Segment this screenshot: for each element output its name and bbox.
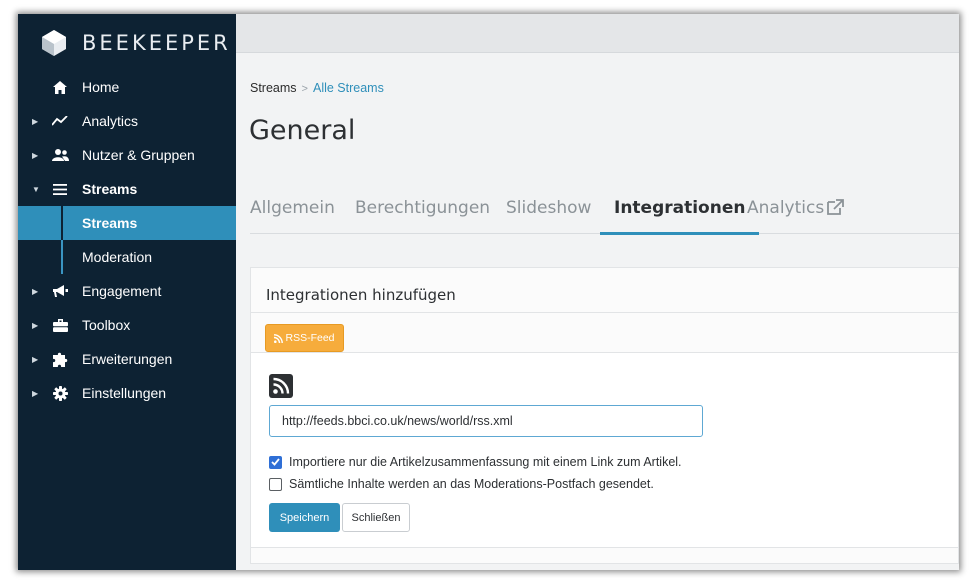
active-tab-indicator <box>600 232 760 235</box>
caret-right-icon: ▶ <box>32 320 39 330</box>
users-icon <box>51 146 69 164</box>
tab-analytics[interactable]: Analytics <box>747 198 845 234</box>
sidebar-item-label: Toolbox <box>82 317 131 333</box>
sidebar-item-toolbox[interactable]: ▶ Toolbox <box>18 308 236 342</box>
sidebar-subitem-label: Moderation <box>82 249 153 265</box>
rss-icon <box>274 333 284 343</box>
tab-label: Slideshow <box>506 198 592 218</box>
sidebar-subitem-moderation[interactable]: Moderation <box>18 240 236 274</box>
moderation-option[interactable]: Sämtliche Inhalte werden an das Moderati… <box>269 477 654 491</box>
brand-name: BEEKEEPER <box>82 31 231 55</box>
tree-line <box>61 206 63 240</box>
sidebar-item-label: Streams <box>82 181 138 197</box>
home-icon <box>51 78 69 96</box>
moderation-option-label: Sämtliche Inhalte werden an das Moderati… <box>289 477 654 491</box>
sidebar-item-users[interactable]: ▶ Nutzer & Gruppen <box>18 138 236 172</box>
caret-right-icon: ▶ <box>32 116 39 126</box>
gear-icon <box>51 384 69 402</box>
sidebar-subitem-streams[interactable]: Streams <box>18 206 236 240</box>
caret-down-icon: ▼ <box>32 184 40 194</box>
tab-label: Analytics <box>747 198 825 218</box>
external-link-icon <box>827 199 845 215</box>
sidebar-item-label: Erweiterungen <box>82 351 173 367</box>
breadcrumb: Streams > Alle Streams <box>250 81 384 95</box>
sidebar: BEEKEEPER Home ▶ Analytics ▶ Nutzer & Gr… <box>18 14 236 570</box>
caret-right-icon: ▶ <box>32 354 39 364</box>
app-window: BEEKEEPER Home ▶ Analytics ▶ Nutzer & Gr… <box>18 14 959 570</box>
analytics-icon <box>51 112 69 130</box>
tab-label: Berechtigungen <box>355 198 491 218</box>
sidebar-item-label: Home <box>82 79 120 95</box>
divider <box>251 312 958 313</box>
sidebar-item-label: Nutzer & Gruppen <box>82 147 195 163</box>
sidebar-item-label: Engagement <box>82 283 162 299</box>
tab-berechtigungen[interactable]: Berechtigungen <box>355 198 490 234</box>
breadcrumb-separator: > <box>301 83 308 95</box>
beekeeper-logo-icon <box>42 30 66 56</box>
close-button[interactable]: Schließen <box>342 503 410 532</box>
sidebar-item-label: Analytics <box>82 113 139 129</box>
rss-feed-button-label: RSS-Feed <box>285 332 335 344</box>
breadcrumb-current[interactable]: Alle Streams <box>313 81 384 95</box>
toolbox-icon <box>51 316 69 334</box>
tab-integrationen[interactable]: Integrationen <box>600 198 760 235</box>
sidebar-item-analytics[interactable]: ▶ Analytics <box>18 104 236 138</box>
summary-option-label: Importiere nur die Artikelzusammenfassun… <box>289 455 682 469</box>
main-content: Streams > Alle Streams General Allgemein B… <box>236 53 959 570</box>
tab-slideshow[interactable]: Slideshow <box>506 198 591 234</box>
tab-label: Allgemein <box>250 198 335 218</box>
sidebar-nav: Home ▶ Analytics ▶ Nutzer & Gruppen ▼ St… <box>18 70 236 410</box>
feed-url-input[interactable] <box>269 405 703 437</box>
sidebar-subitem-label: Streams <box>82 215 138 231</box>
top-bar <box>236 14 959 53</box>
rss-feed-button[interactable]: RSS-Feed <box>265 324 344 352</box>
rss-feed-form: Importiere nur die Artikelzusammenfassun… <box>251 352 958 548</box>
breadcrumb-root[interactable]: Streams <box>250 81 297 95</box>
panel-title: Integrationen hinzufügen <box>266 286 456 304</box>
caret-right-icon: ▶ <box>32 150 39 160</box>
sidebar-item-engagement[interactable]: ▶ Engagement <box>18 274 236 308</box>
summary-checkbox[interactable] <box>269 455 282 469</box>
sidebar-item-home[interactable]: Home <box>18 70 236 104</box>
caret-right-icon: ▶ <box>32 388 39 398</box>
caret-right-icon: ▶ <box>32 286 39 296</box>
brand[interactable]: BEEKEEPER <box>40 22 231 64</box>
tree-line <box>61 240 63 274</box>
sidebar-item-streams[interactable]: ▼ Streams <box>18 172 236 206</box>
menu-icon <box>51 180 69 198</box>
tab-allgemein[interactable]: Allgemein <box>250 198 335 234</box>
tab-label: Integrationen <box>614 198 746 218</box>
puzzle-icon <box>51 350 69 368</box>
integrations-panel: Integrationen hinzufügen RSS-Feed http:/… <box>250 267 959 564</box>
tab-bar: Allgemein Berechtigungen Slideshow Integ… <box>250 198 959 235</box>
rss-square-icon <box>269 374 293 398</box>
sidebar-item-settings[interactable]: ▶ Einstellungen <box>18 376 236 410</box>
summary-option[interactable]: Importiere nur die Artikelzusammenfassun… <box>269 455 682 469</box>
moderation-checkbox[interactable] <box>269 477 282 491</box>
save-button[interactable]: Speichern <box>269 503 340 532</box>
sidebar-item-extensions[interactable]: ▶ Erweiterungen <box>18 342 236 376</box>
megaphone-icon <box>51 282 69 300</box>
sidebar-item-label: Einstellungen <box>82 385 167 401</box>
page-title: General <box>249 115 356 146</box>
